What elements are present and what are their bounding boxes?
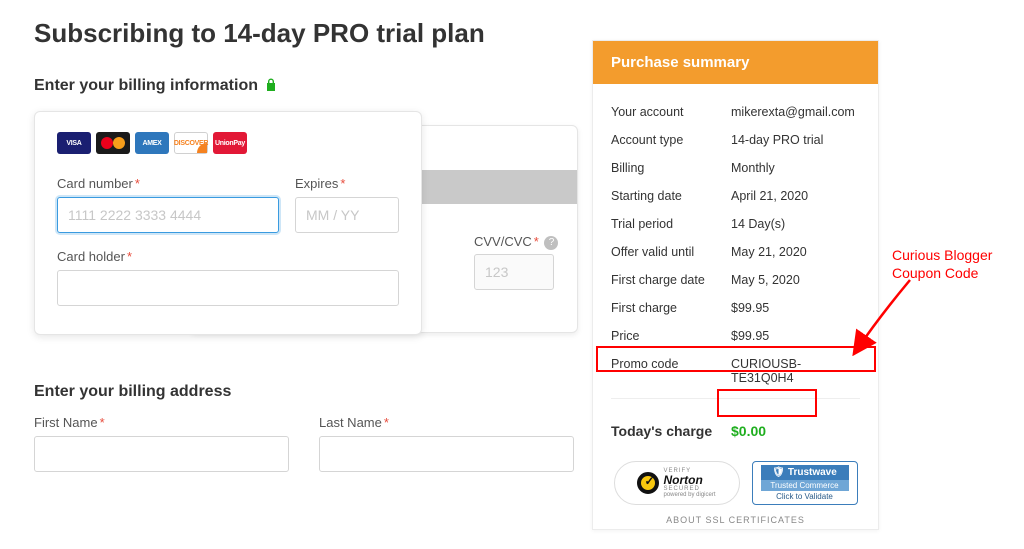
cvv-input[interactable] bbox=[474, 254, 554, 290]
norton-powered: powered by digicert bbox=[663, 492, 715, 498]
card-form-area: CVV/CVC* ? VISA AMEX DISCOVER UnionPay C… bbox=[34, 111, 574, 335]
card-brand-row: VISA AMEX DISCOVER UnionPay bbox=[57, 132, 399, 154]
first-name-label-text: First Name bbox=[34, 415, 98, 430]
norton-check-icon bbox=[637, 472, 659, 494]
card-number-label-text: Card number bbox=[57, 176, 133, 191]
cvv-label-text: CVV/CVC bbox=[474, 234, 532, 249]
annotation-text: Curious Blogger Coupon Code bbox=[892, 246, 992, 282]
summary-body: Your accountmikerexta@gmail.com Account … bbox=[593, 84, 878, 411]
summary-header: Purchase summary bbox=[593, 41, 878, 84]
card-holder-input[interactable] bbox=[57, 270, 399, 306]
trustwave-name: Trustwave bbox=[788, 467, 837, 478]
question-icon[interactable]: ? bbox=[544, 236, 558, 250]
today-charge-label: Today's charge bbox=[611, 423, 731, 439]
visa-icon: VISA bbox=[57, 132, 91, 154]
unionpay-icon: UnionPay bbox=[213, 132, 247, 154]
last-name-label: Last Name* bbox=[319, 415, 574, 430]
summary-row-price: Price$99.95 bbox=[611, 322, 860, 350]
cvv-label: CVV/CVC* ? bbox=[474, 234, 558, 250]
shield-icon: 🛡 bbox=[772, 467, 785, 478]
summary-row-account-type: Account type14-day PRO trial bbox=[611, 126, 860, 154]
about-ssl-link[interactable]: ABOUT SSL CERTIFICATES bbox=[593, 515, 878, 529]
annotation-line1: Curious Blogger bbox=[892, 247, 992, 263]
card-holder-label-text: Card holder bbox=[57, 249, 125, 264]
summary-row-account: Your accountmikerexta@gmail.com bbox=[611, 98, 860, 126]
norton-name: Norton bbox=[663, 474, 715, 486]
purchase-summary-panel: Purchase summary Your accountmikerexta@g… bbox=[592, 40, 879, 530]
trustwave-badge[interactable]: 🛡Trustwave Trusted Commerce Click to Val… bbox=[752, 461, 858, 505]
discover-icon: DISCOVER bbox=[174, 132, 208, 154]
card-holder-label: Card holder* bbox=[57, 249, 399, 264]
trust-badge-row: VERIFY Norton SECURED powered by digicer… bbox=[593, 453, 878, 515]
amex-icon: AMEX bbox=[135, 132, 169, 154]
annotation-line2: Coupon Code bbox=[892, 265, 978, 281]
last-name-input[interactable] bbox=[319, 436, 574, 472]
expires-label: Expires* bbox=[295, 176, 399, 191]
summary-row-start-date: Starting dateApril 21, 2020 bbox=[611, 182, 860, 210]
trustwave-mid: Trusted Commerce bbox=[761, 480, 849, 491]
summary-row-billing: BillingMonthly bbox=[611, 154, 860, 182]
card-front-panel: VISA AMEX DISCOVER UnionPay Card number*… bbox=[34, 111, 422, 335]
norton-badge[interactable]: VERIFY Norton SECURED powered by digicer… bbox=[614, 461, 740, 505]
card-number-input[interactable] bbox=[57, 197, 279, 233]
mastercard-icon bbox=[96, 132, 130, 154]
first-name-label: First Name* bbox=[34, 415, 289, 430]
expires-label-text: Expires bbox=[295, 176, 338, 191]
today-charge-value: $0.00 bbox=[731, 423, 766, 439]
lock-icon bbox=[266, 78, 276, 91]
last-name-label-text: Last Name bbox=[319, 415, 382, 430]
summary-row-offer-valid: Offer valid untilMay 21, 2020 bbox=[611, 238, 860, 266]
summary-row-first-charge: First charge$99.95 bbox=[611, 294, 860, 322]
trustwave-bot: Click to Validate bbox=[761, 491, 849, 502]
summary-row-trial-period: Trial period14 Day(s) bbox=[611, 210, 860, 238]
address-row: First Name* Last Name* bbox=[34, 415, 574, 472]
summary-divider bbox=[611, 398, 860, 399]
summary-row-first-charge-date: First charge dateMay 5, 2020 bbox=[611, 266, 860, 294]
summary-row-promo: Promo codeCURIOUSB-TE31Q0H4 bbox=[611, 350, 860, 392]
card-number-label: Card number* bbox=[57, 176, 279, 191]
today-charge-row: Today's charge $0.00 bbox=[593, 411, 878, 453]
first-name-input[interactable] bbox=[34, 436, 289, 472]
expires-input[interactable] bbox=[295, 197, 399, 233]
billing-info-heading-text: Enter your billing information bbox=[34, 77, 258, 94]
